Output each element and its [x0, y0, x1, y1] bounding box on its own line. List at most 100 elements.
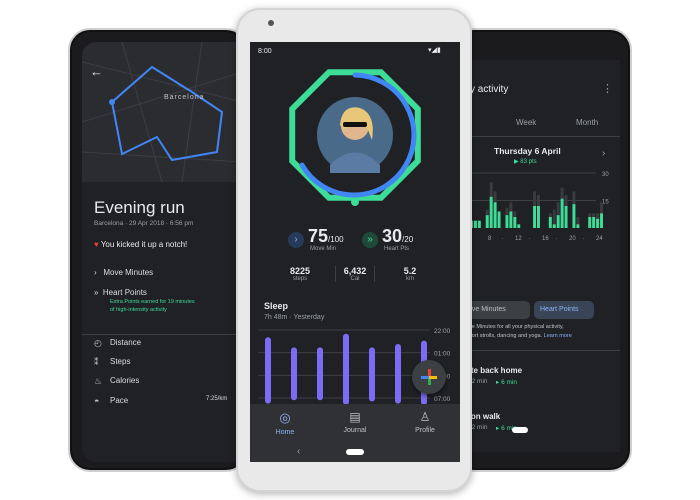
chart-bar: [517, 224, 521, 228]
metric-label: Calories: [110, 376, 140, 385]
chart-bar: [588, 217, 592, 228]
move-minutes-label: Move Minutes: [103, 268, 154, 277]
divider: [466, 350, 620, 351]
x-tick: ·: [556, 236, 558, 242]
bottom-nav: ◎ Home ▤ Journal ♙ Profile ‹: [250, 404, 460, 462]
description-text: short strolls, dancing and yoga.: [466, 333, 543, 339]
stat-steps: 8225 steps: [280, 266, 320, 282]
x-tick: 12: [515, 236, 522, 242]
move-minutes-icon: ›: [288, 232, 304, 248]
metric-pace: ◓ Pace 7:25/km: [94, 396, 242, 406]
left-phone: ← Barcelona Evening run Barcelona · 29 A…: [68, 28, 248, 472]
activity-name: ute back home: [466, 366, 523, 375]
heart-pts-label: Heart Pts: [384, 246, 410, 252]
stat-label: km: [406, 276, 414, 282]
divider: [466, 136, 620, 137]
chip-heart-points[interactable]: Heart Points: [534, 301, 594, 319]
x-tick: ·: [529, 236, 531, 242]
tab-week[interactable]: Week: [516, 118, 536, 127]
metric-calories: ♨ Calories: [94, 376, 242, 386]
heart-pts-number: 30: [382, 226, 403, 246]
chart-bar: [533, 206, 536, 228]
home-pill[interactable]: [346, 449, 364, 455]
metric-label: Pace: [110, 396, 129, 405]
chart-bar: [513, 217, 517, 228]
x-tick: 8: [488, 236, 492, 242]
x-tick: ·: [502, 236, 504, 242]
x-tick: 16: [542, 236, 549, 242]
status-icons: ▾◢▮: [428, 47, 441, 54]
heart-pts-value: 30/20: [382, 226, 413, 247]
chart-bar: [572, 204, 576, 228]
move-min-goal: /100: [328, 235, 344, 244]
next-day-chevron-icon[interactable]: ›: [602, 148, 605, 159]
learn-more-link[interactable]: Learn more: [544, 333, 572, 339]
divider: [82, 334, 242, 335]
x-tick: 24: [596, 236, 603, 242]
center-screen: 8:00 ▾◢▮ › 75/100 Move Min » 30/20 Heart…: [250, 42, 460, 462]
move-min-label: Move Min: [310, 246, 337, 252]
journal-icon: ▤: [349, 410, 361, 424]
stopwatch-icon: ◴: [94, 338, 102, 348]
back-nav-icon[interactable]: ‹: [297, 446, 300, 457]
nav-journal[interactable]: ▤ Journal: [335, 410, 375, 434]
metric-distance: ◴ Distance: [94, 338, 242, 348]
axis-label: 01:00: [434, 351, 451, 358]
add-button[interactable]: [412, 360, 446, 394]
nav-profile[interactable]: ♙ Profile: [405, 410, 445, 434]
metric-label: Steps: [110, 357, 131, 366]
chart-bar: [592, 217, 596, 228]
stat-label: Cal: [350, 276, 360, 282]
date-label: Thursday 6 April: [494, 146, 561, 156]
tab-month[interactable]: Month: [576, 118, 598, 127]
nav-label: Home: [275, 429, 295, 436]
chip-move-minutes[interactable]: ove Minutes: [466, 301, 530, 319]
activity-chart: 30 15 8 · 12 · 16 · 20 · 24: [466, 172, 609, 242]
workout-subtitle: Barcelona · 29 Apr 2018 · 6:56 pm: [94, 220, 194, 227]
stat-value: 8225: [289, 266, 311, 276]
heart-note-2: of high-intensity activity: [110, 307, 167, 313]
chart-bar: [564, 206, 568, 228]
move-min-number: 75: [308, 226, 329, 246]
chart-bar: [552, 224, 556, 228]
points-label: ▶ 83 pts: [514, 159, 537, 165]
speedometer-icon: ◓: [94, 396, 100, 406]
axis-label: 07:00: [434, 396, 451, 403]
stat-value: 5.2: [403, 266, 417, 276]
heart-pts-goal: /20: [402, 235, 414, 244]
back-arrow-icon[interactable]: ←: [90, 64, 103, 79]
achievement: ♥ You kicked it up a notch!: [94, 240, 187, 249]
more-menu-icon[interactable]: ⋮: [602, 82, 613, 95]
y-tick: 15: [602, 200, 609, 206]
front-camera: [268, 20, 274, 26]
activity-points: ▸ 6 min: [496, 379, 517, 386]
chart-bar: [493, 202, 497, 228]
chart-bar: [477, 220, 481, 228]
move-min-value: 75/100: [308, 226, 344, 247]
sleep-subtitle: 7h 48m · Yesterday: [264, 314, 325, 321]
stat-value: 6,432: [343, 266, 367, 276]
workout-title: Evening run: [94, 198, 185, 217]
axis-label: 22:00: [434, 328, 451, 335]
pace-value: 7:25/km: [206, 396, 228, 402]
x-tick: ·: [583, 236, 585, 242]
chart-bar: [576, 224, 580, 228]
chevron-icon: ›: [94, 268, 104, 277]
right-screen: y activity ⋮ Week Month Thursday 6 April…: [466, 60, 620, 452]
stat-label: steps: [292, 276, 308, 282]
stats-row: 8225 steps 6,432 Cal 5.2 km: [280, 266, 430, 282]
chart-bar: [509, 211, 513, 228]
chart-bar: [596, 218, 600, 228]
nav-home[interactable]: ◎ Home: [265, 410, 305, 436]
footsteps-icon: ⁑: [94, 357, 99, 367]
right-phone: y activity ⋮ Week Month Thursday 6 April…: [452, 28, 632, 472]
home-pill[interactable]: [512, 427, 528, 433]
double-chevron-icon: »: [94, 288, 103, 297]
chart-bar: [556, 215, 560, 228]
stat-calories: 6,432 Cal: [335, 266, 375, 282]
chart-bar: [505, 215, 509, 228]
metric-label: Distance: [110, 338, 142, 347]
chart-bar: [537, 206, 540, 228]
points-value: 83 pts: [520, 159, 537, 165]
stat-distance: 5.2 km: [390, 266, 430, 282]
